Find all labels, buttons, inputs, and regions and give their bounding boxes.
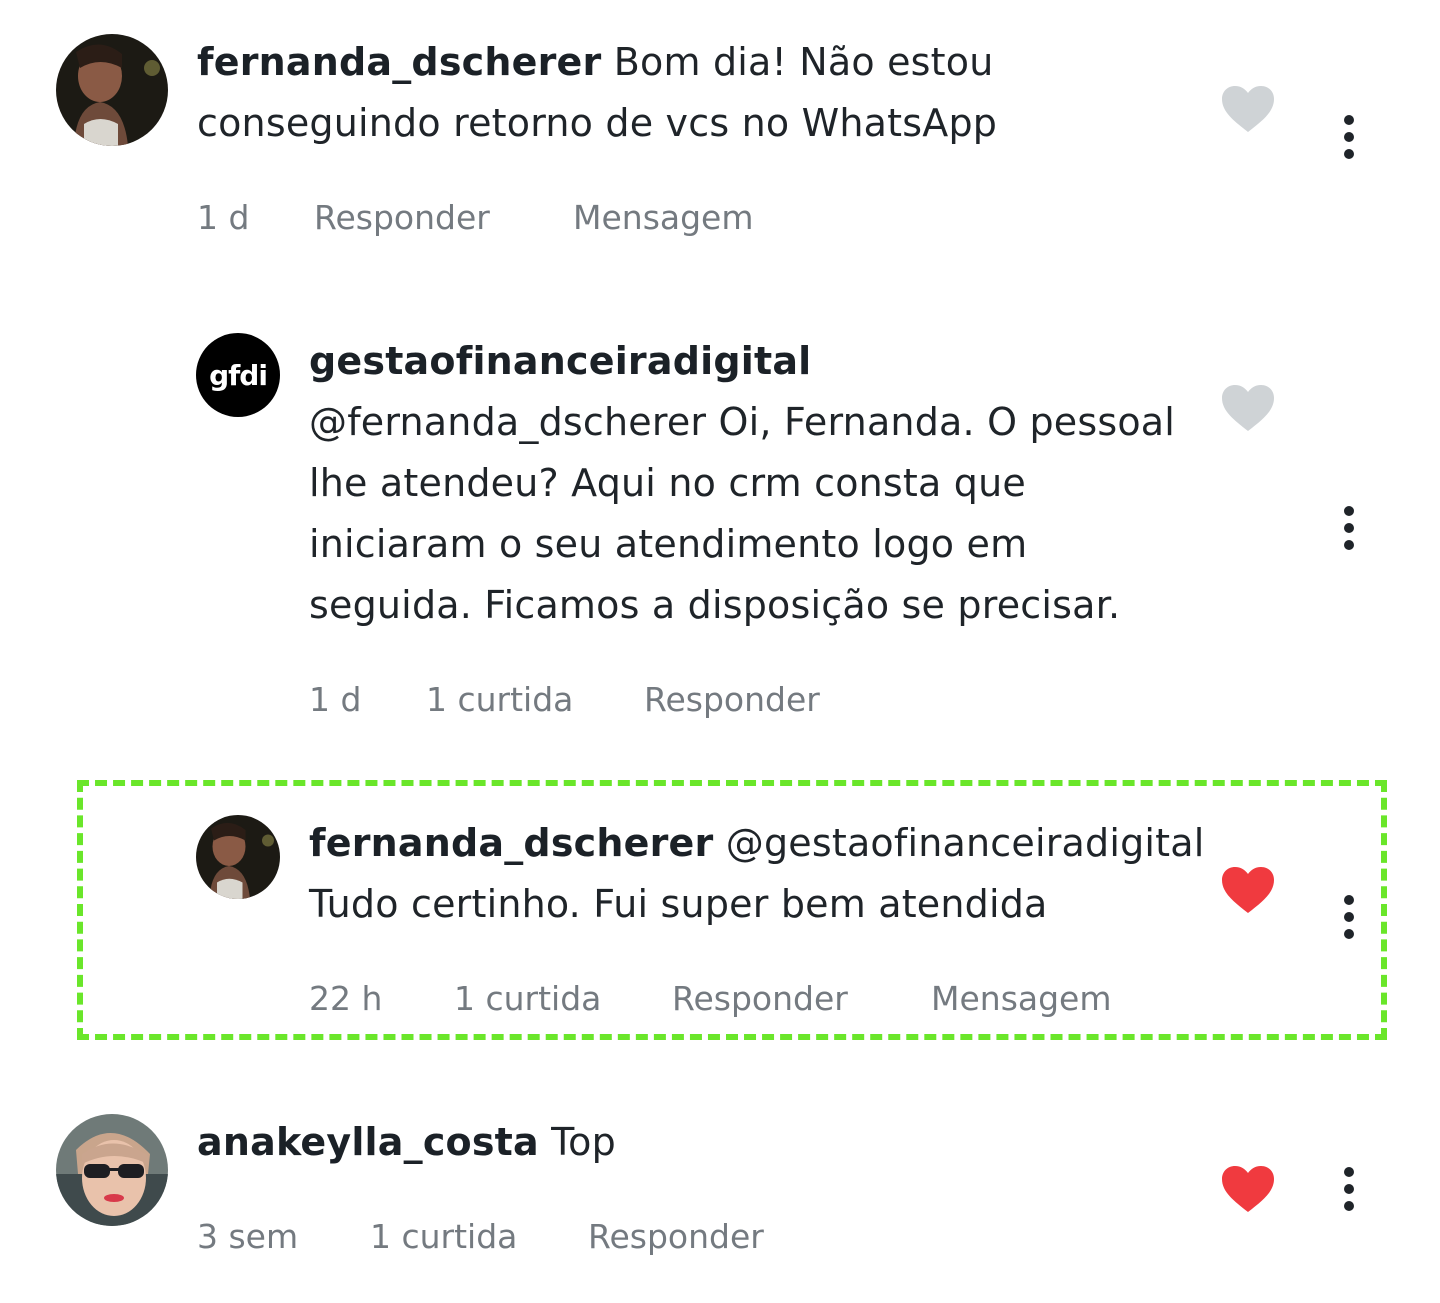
comment-text: gestaofinanceiradigital @fernanda_dscher… [309, 331, 1189, 636]
reply-button[interactable]: Responder [672, 979, 848, 1018]
comment-body: Top [551, 1120, 616, 1164]
avatar[interactable] [56, 1114, 168, 1226]
username[interactable]: gestaofinanceiradigital [309, 339, 811, 383]
user-photo-icon [56, 1114, 168, 1226]
likes-count[interactable]: 1 curtida [426, 680, 573, 719]
timestamp: 22 h [309, 979, 383, 1018]
username[interactable]: fernanda_dscherer [197, 40, 601, 84]
comment-meta: 3 sem 1 curtida Responder [197, 1217, 997, 1261]
heart-icon[interactable] [1222, 1166, 1274, 1212]
more-vertical-icon[interactable] [1339, 505, 1359, 555]
comment-meta: 1 d Responder Mensagem [197, 198, 997, 242]
user-photo-icon [196, 815, 280, 899]
user-photo-icon [56, 34, 168, 146]
comment-body: @fernanda_dscherer Oi, Fernanda. O pesso… [309, 400, 1176, 627]
timestamp: 1 d [197, 198, 250, 237]
message-button[interactable]: Mensagem [931, 979, 1112, 1018]
avatar[interactable]: gfdi [196, 333, 280, 417]
comment-meta: 1 d 1 curtida Responder [309, 680, 1109, 724]
timestamp: 3 sem [197, 1217, 299, 1256]
more-vertical-icon[interactable] [1339, 894, 1359, 944]
more-vertical-icon[interactable] [1339, 1166, 1359, 1216]
reply-button[interactable]: Responder [314, 198, 490, 237]
avatar[interactable] [196, 815, 280, 899]
username[interactable]: fernanda_dscherer [309, 821, 713, 865]
comment-text: fernanda_dscherer @gestaofinanceiradigit… [309, 813, 1209, 935]
avatar[interactable] [56, 34, 168, 146]
comment-meta: 22 h 1 curtida Responder Mensagem [309, 979, 1209, 1023]
heart-icon[interactable] [1222, 86, 1274, 132]
heart-icon[interactable] [1222, 867, 1274, 913]
username[interactable]: anakeylla_costa [197, 1120, 539, 1164]
comment-text: anakeylla_costa Top [197, 1112, 1097, 1173]
likes-count[interactable]: 1 curtida [454, 979, 601, 1018]
reply-button[interactable]: Responder [644, 680, 820, 719]
more-vertical-icon[interactable] [1339, 114, 1359, 164]
likes-count[interactable]: 1 curtida [370, 1217, 517, 1256]
heart-icon[interactable] [1222, 385, 1274, 431]
brand-logo: gfdi [209, 358, 268, 392]
comment-text: fernanda_dscherer Bom dia! Não estou con… [197, 32, 1097, 154]
message-button[interactable]: Mensagem [573, 198, 754, 237]
reply-button[interactable]: Responder [588, 1217, 764, 1256]
timestamp: 1 d [309, 680, 362, 719]
